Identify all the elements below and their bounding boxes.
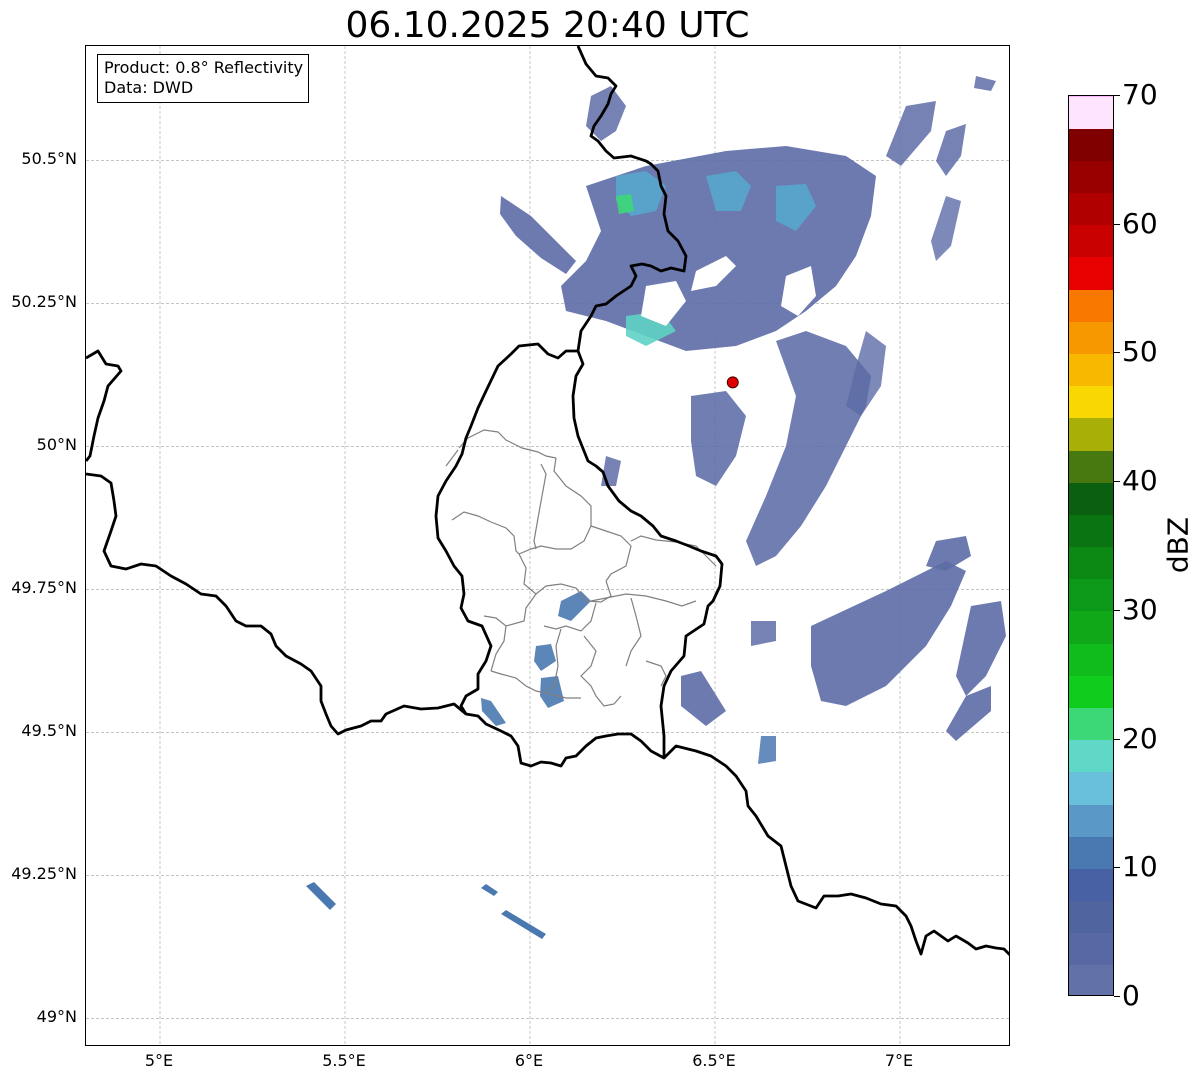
colorbar-label: dBZ — [1161, 516, 1195, 574]
colorbar-segment — [1069, 482, 1113, 515]
colorbar-segment — [1069, 128, 1113, 161]
lat-tick-label: 49.5°N — [21, 721, 77, 741]
colorbar-tick-mark — [1114, 223, 1120, 225]
echo-cells-high — [616, 194, 634, 214]
echo-streak — [601, 456, 621, 486]
colorbar — [1068, 95, 1114, 996]
colorbar-segment — [1069, 417, 1113, 451]
map-canvas — [86, 46, 1009, 1045]
product-label: Product: 0.8° Reflectivity — [104, 58, 304, 77]
colorbar-segment — [1069, 321, 1113, 355]
colorbar-segment — [1069, 803, 1113, 837]
lon-tick-label: 5.5°E — [322, 1051, 366, 1070]
colorbar-tick-mark — [1114, 996, 1120, 997]
radar-echoes — [306, 76, 1006, 939]
lon-tick-label: 6°E — [514, 1051, 544, 1070]
colorbar-segment — [1069, 289, 1113, 322]
colorbar-tick-label: 20 — [1122, 721, 1158, 755]
colorbar-segment — [1069, 932, 1113, 966]
echo-south — [481, 884, 498, 896]
radar-site-marker — [726, 376, 739, 389]
echo-streak — [956, 601, 1006, 696]
colorbar-tick-mark — [1114, 95, 1120, 96]
colorbar-tick-label: 30 — [1122, 592, 1158, 626]
echo-streak — [974, 76, 996, 91]
colorbar-segment — [1069, 449, 1113, 483]
echo-streak — [886, 101, 936, 166]
lat-tick-label: 50.25°N — [11, 292, 77, 312]
colorbar-tick-mark — [1114, 352, 1120, 354]
colorbar-tick-mark — [1114, 867, 1120, 869]
lat-tick-label: 50°N — [36, 435, 77, 455]
echo-streak — [811, 561, 966, 706]
echo-streak — [746, 331, 871, 566]
border-fr-de — [663, 744, 1009, 956]
colorbar-segment — [1069, 385, 1113, 419]
data-source-label: Data: DWD — [104, 78, 194, 97]
border-fr-be-north — [86, 349, 123, 462]
echo-streak — [681, 671, 726, 726]
colorbar-segment — [1069, 900, 1113, 934]
colorbar-segment — [1069, 192, 1113, 226]
lat-tick-label: 49.25°N — [11, 864, 77, 884]
colorbar-tick-mark — [1114, 738, 1120, 740]
colorbar-segment — [1069, 836, 1113, 869]
colorbar-segment — [1069, 96, 1113, 129]
colorbar-segment — [1069, 739, 1113, 773]
colorbar-segment — [1069, 578, 1113, 612]
colorbar-tick-mark — [1114, 609, 1120, 611]
colorbar-segment — [1069, 771, 1113, 805]
radar-map[interactable] — [85, 45, 1010, 1046]
lat-tick-label: 49°N — [36, 1007, 77, 1027]
echo-cell-lux — [558, 591, 591, 621]
colorbar-tick-label: 40 — [1122, 464, 1158, 498]
colorbar-segment — [1069, 964, 1113, 995]
echo-streak — [751, 621, 776, 646]
colorbar-segment — [1069, 546, 1113, 580]
colorbar-segment — [1069, 514, 1113, 548]
colorbar-segment — [1069, 160, 1113, 194]
colorbar-tick-label: 10 — [1122, 850, 1158, 884]
colorbar-segment — [1069, 610, 1113, 644]
colorbar-segment — [1069, 643, 1113, 676]
colorbar-tick-label: 50 — [1122, 335, 1158, 369]
echo-streak — [931, 196, 961, 261]
lat-tick-label: 49.75°N — [11, 578, 77, 598]
echo-band-west — [500, 196, 576, 274]
colorbar-segment — [1069, 868, 1113, 902]
echo-south — [306, 882, 336, 910]
colorbar-segment — [1069, 707, 1113, 741]
lon-tick-label: 5°E — [144, 1051, 174, 1070]
colorbar-tick-label: 70 — [1122, 78, 1158, 111]
colorbar-segment — [1069, 96, 1113, 97]
border-luxembourg — [434, 342, 724, 768]
echo-streak — [936, 124, 966, 176]
echo-south — [501, 910, 546, 939]
colorbar-segment — [1069, 353, 1113, 387]
lat-tick-label: 50.5°N — [21, 149, 77, 169]
radar-site[interactable] — [726, 376, 739, 389]
border-fr-be — [86, 472, 467, 736]
colorbar-tick-mark — [1114, 481, 1120, 483]
colorbar-segment — [1069, 675, 1113, 708]
lon-tick-label: 6.5°E — [692, 1051, 736, 1070]
colorbar-segment — [1069, 256, 1113, 290]
lon-tick-label: 7°E — [884, 1051, 914, 1070]
colorbar-tick-label: 60 — [1122, 206, 1158, 240]
echo-cell-lux — [534, 644, 556, 671]
echo-streak — [691, 391, 746, 486]
product-info-box: Product: 0.8° Reflectivity Data: DWD — [97, 54, 310, 103]
echo-streak — [758, 736, 776, 764]
colorbar-tick-label: 0 — [1122, 979, 1140, 1012]
map-title: 06.10.2025 20:40 UTC — [345, 5, 750, 46]
colorbar-segment — [1069, 224, 1113, 258]
